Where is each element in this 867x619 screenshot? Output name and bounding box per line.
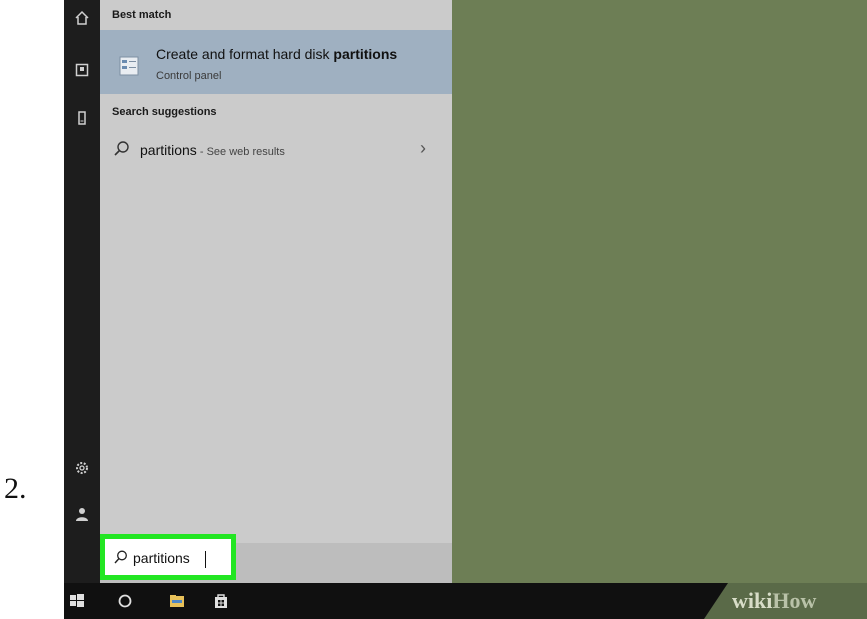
search-icon: [112, 139, 132, 159]
search-box[interactable]: [100, 534, 236, 580]
watermark-wiki: wiki: [732, 588, 773, 613]
search-results-panel: Best match Create and format hard disk p…: [100, 0, 452, 583]
home-icon[interactable]: [72, 8, 92, 28]
suggestion-text: partitions - See web results: [140, 142, 285, 158]
best-match-header: Best match: [112, 9, 172, 21]
search-suggestions-header: Search suggestions: [112, 106, 217, 118]
disk-management-icon: [118, 54, 142, 78]
best-match-title-text: Create and format hard disk: [156, 46, 334, 62]
watermark-how: How: [772, 588, 817, 613]
chevron-right-icon[interactable]: ›: [420, 138, 426, 159]
device-icon[interactable]: [72, 108, 92, 128]
file-explorer-icon[interactable]: [168, 592, 186, 610]
best-match-result[interactable]: Create and format hard disk partitions C…: [100, 30, 452, 94]
step-number: 2.: [4, 472, 27, 505]
suggestion-item[interactable]: partitions - See web results ›: [100, 134, 452, 166]
user-icon[interactable]: [72, 504, 92, 524]
settings-icon[interactable]: [72, 458, 92, 478]
desktop-background: [452, 0, 867, 583]
windows-start-icon[interactable]: [68, 592, 86, 610]
documents-icon[interactable]: [72, 60, 92, 80]
best-match-title-keyword: partitions: [333, 46, 398, 62]
best-match-subtitle: Control panel: [156, 70, 222, 82]
suggestion-hint: - See web results: [196, 146, 285, 158]
search-icon: [113, 549, 129, 565]
search-input[interactable]: [133, 547, 229, 569]
suggestion-query: partitions: [140, 142, 197, 158]
store-icon[interactable]: [212, 592, 230, 610]
best-match-title: Create and format hard disk partitions: [156, 46, 397, 62]
text-cursor: [205, 551, 206, 568]
wikihow-watermark: wikiHow: [732, 588, 816, 614]
windows-screen: Best match Create and format hard disk p…: [64, 0, 867, 619]
cortana-icon[interactable]: [116, 592, 134, 610]
start-menu-rail: [64, 0, 100, 583]
